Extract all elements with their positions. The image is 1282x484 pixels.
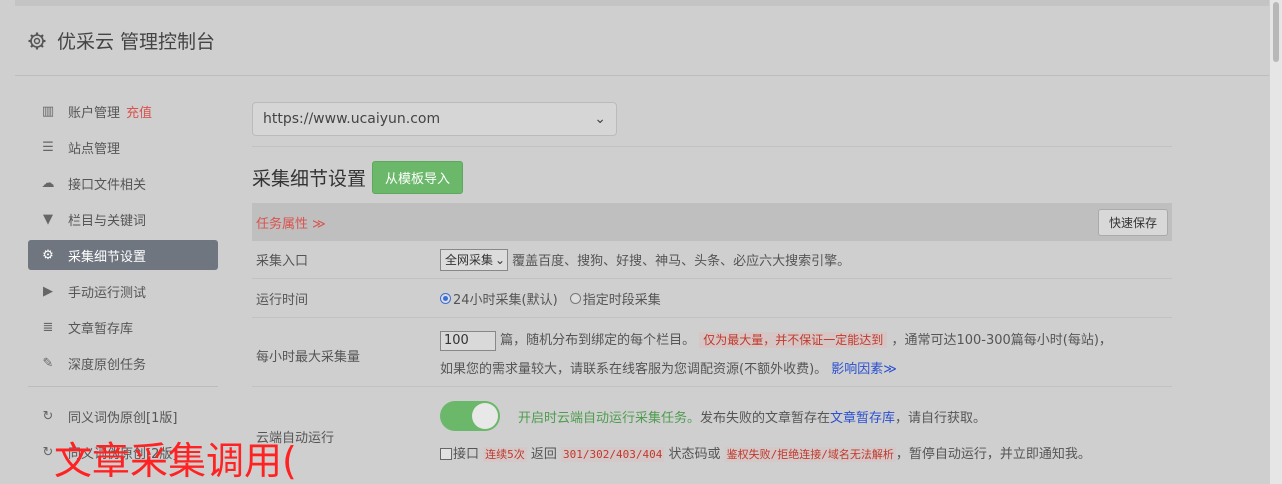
collection-entry-desc: 覆盖百度、搜狗、好搜、神马、头条、必应六大搜索引擎。 bbox=[512, 254, 851, 269]
gear-icon bbox=[28, 32, 46, 49]
radio-scheduled-label: 指定时段采集 bbox=[582, 292, 661, 308]
bar-chart-icon: ▥ bbox=[41, 103, 55, 119]
notify-checkbox-label: 接口 bbox=[453, 447, 480, 462]
row-value: 开启时云端自动运行采集任务。 发布失败的文章暂存在 文章暂存库 ，请自行获取。 … bbox=[440, 387, 1172, 479]
gears-icon: ⚙ bbox=[42, 247, 54, 263]
sidebar: ▥ 账户管理 充值 ☰ 站点管理 ☁ 接口文件相关 ▼ 栏目与关键词 ⚙ 采集细… bbox=[28, 96, 218, 473]
cloud-text-1: 发布失败的文章暂存在 bbox=[700, 410, 831, 426]
sidebar-item-synonym-v1[interactable]: ↻ 同义词伪原创[1版] bbox=[28, 401, 218, 431]
sidebar-item-manual-test[interactable]: ▶ 手动运行测试 bbox=[28, 276, 218, 306]
play-circle-icon: ▶ bbox=[43, 283, 53, 299]
row-label: 每小时最大采集量 bbox=[256, 349, 361, 365]
page-scrollbar[interactable] bbox=[1270, 0, 1282, 484]
radio-24h-label: 24小时采集(默认) bbox=[453, 292, 558, 308]
cloud-auto-run-toggle[interactable] bbox=[440, 401, 500, 431]
max-text-2: ，通常可达100-300篇每小时(每站)， bbox=[891, 333, 1112, 348]
scrollbar-thumb[interactable] bbox=[1273, 2, 1279, 62]
cloud-text-2: ，请自行获取。 bbox=[895, 410, 987, 426]
row-collection-entry: 采集入口 全网采集 ⌄ 覆盖百度、搜狗、好搜、神马、头条、必应六大搜索引擎。 bbox=[252, 241, 1172, 279]
section-title: 采集细节设置 bbox=[252, 167, 367, 190]
code-consecutive: 连续5次 bbox=[483, 447, 527, 462]
radio-scheduled[interactable] bbox=[569, 292, 581, 304]
cloud-text-4: 状态码或 bbox=[664, 447, 725, 462]
radio-24h[interactable] bbox=[440, 292, 451, 304]
quick-save-button[interactable]: 快速保存 bbox=[1097, 208, 1168, 236]
sidebar-item-label: 文章暂存库 bbox=[68, 321, 134, 337]
site-select-value: https://www.ucaiyun.com bbox=[263, 111, 441, 127]
collection-entry-select[interactable]: 全网采集 ⌄ bbox=[440, 248, 509, 271]
import-from-template-button[interactable]: 从模板导入 bbox=[372, 160, 464, 194]
row-cloud-auto-run: 云端自动运行 开启时云端自动运行采集任务。 发布失败的文章暂存在 文章暂存库 ，… bbox=[252, 387, 1172, 479]
sidebar-item-label: 栏目与关键词 bbox=[68, 213, 147, 229]
recharge-link[interactable]: 充值 bbox=[126, 102, 152, 121]
cloud-upload-icon: ☁ bbox=[41, 175, 55, 191]
edit-icon: ✎ bbox=[42, 355, 54, 371]
site-select[interactable]: https://www.ucaiyun.com ⌄ bbox=[252, 102, 617, 136]
refresh-icon: ↻ bbox=[42, 408, 54, 424]
row-label: 运行时间 bbox=[256, 292, 309, 308]
sidebar-item-interface-files[interactable]: ☁ 接口文件相关 bbox=[28, 168, 218, 198]
cloud-text-3: 返回 bbox=[526, 447, 562, 462]
sidebar-item-label: 账户管理 bbox=[68, 105, 121, 121]
sidebar-item-sites[interactable]: ☰ 站点管理 bbox=[28, 132, 218, 162]
sidebar-item-label: 站点管理 bbox=[68, 141, 121, 157]
row-value: 24小时采集(默认) 指定时段采集 bbox=[440, 279, 1172, 317]
collection-entry-value: 全网采集 bbox=[445, 253, 494, 267]
row-max-per-hour: 每小时最大采集量 100 篇，随机分布到绑定的每个栏目。 仅为最大量，并不保证一… bbox=[252, 318, 1172, 387]
overlay-caption: 文章采集调用( bbox=[54, 439, 297, 483]
sidebar-divider bbox=[28, 386, 218, 387]
max-text-3: 如果您的需求量较大，请联系在线客服为您调配资源(不额外收费)。 bbox=[440, 362, 828, 377]
divider bbox=[252, 146, 1172, 147]
code-status-codes: 301/302/403/404 bbox=[561, 447, 665, 462]
max-per-hour-input[interactable]: 100 bbox=[440, 330, 496, 351]
sidebar-item-label: 深度原创任务 bbox=[68, 357, 147, 373]
cloud-text-5: ，暂停自动运行，并立即通知我。 bbox=[895, 447, 1091, 462]
row-value: 全网采集 ⌄ 覆盖百度、搜狗、好搜、神马、头条、必应六大搜索引擎。 bbox=[440, 241, 1172, 278]
section-header: 采集细节设置 从模板导入 bbox=[252, 160, 1172, 194]
row-run-time: 运行时间 24小时采集(默认) 指定时段采集 bbox=[252, 279, 1172, 318]
sidebar-item-label: 采集细节设置 bbox=[68, 249, 147, 265]
code-errors: 鉴权失败/拒绝连接/域名无法解析 bbox=[724, 447, 896, 462]
sidebar-item-label: 接口文件相关 bbox=[68, 177, 147, 193]
sidebar-item-columns-keywords[interactable]: ▼ 栏目与关键词 bbox=[28, 204, 218, 234]
main-content: https://www.ucaiyun.com ⌄ 采集细节设置 从模板导入 任… bbox=[252, 96, 1172, 479]
sidebar-item-account[interactable]: ▥ 账户管理 充值 bbox=[28, 96, 218, 126]
sidebar-item-label: 手动运行测试 bbox=[68, 285, 147, 301]
influence-factors-link[interactable]: 影响因素≫ bbox=[831, 362, 897, 377]
row-label: 采集入口 bbox=[256, 254, 309, 269]
sidebar-item-deep-original[interactable]: ✎ 深度原创任务 bbox=[28, 348, 218, 378]
task-attributes-bar: 任务属性 ≫ 快速保存 bbox=[252, 203, 1172, 241]
page-title: 优采云 管理控制台 bbox=[57, 31, 216, 53]
database-icon: ≣ bbox=[42, 319, 54, 335]
max-text-1: 篇，随机分布到绑定的每个栏目。 bbox=[500, 333, 696, 348]
toggle-knob bbox=[472, 403, 498, 429]
max-warning: 仅为最大量，并不保证一定能达到 bbox=[699, 332, 888, 348]
article-storage-link[interactable]: 文章暂存库 bbox=[830, 407, 895, 426]
sidebar-item-article-storage[interactable]: ≣ 文章暂存库 bbox=[28, 312, 218, 342]
cloud-green-text: 开启时云端自动运行采集任务。 bbox=[518, 410, 701, 426]
server-icon: ☰ bbox=[42, 139, 54, 155]
task-attributes-toggle[interactable]: 任务属性 ≫ bbox=[256, 213, 326, 232]
chevron-down-icon: ⌄ bbox=[495, 252, 506, 267]
page-header: 优采云 管理控制台 bbox=[15, 6, 1269, 76]
chevron-down-icon: ⌄ bbox=[594, 111, 606, 127]
row-value: 100 篇，随机分布到绑定的每个栏目。 仅为最大量，并不保证一定能达到 ，通常可… bbox=[440, 318, 1172, 386]
sidebar-item-collection-settings[interactable]: ⚙ 采集细节设置 bbox=[28, 240, 218, 270]
sidebar-item-label: 同义词伪原创[1版] bbox=[68, 410, 178, 426]
notify-checkbox[interactable] bbox=[440, 448, 452, 460]
filter-icon: ▼ bbox=[43, 211, 53, 227]
